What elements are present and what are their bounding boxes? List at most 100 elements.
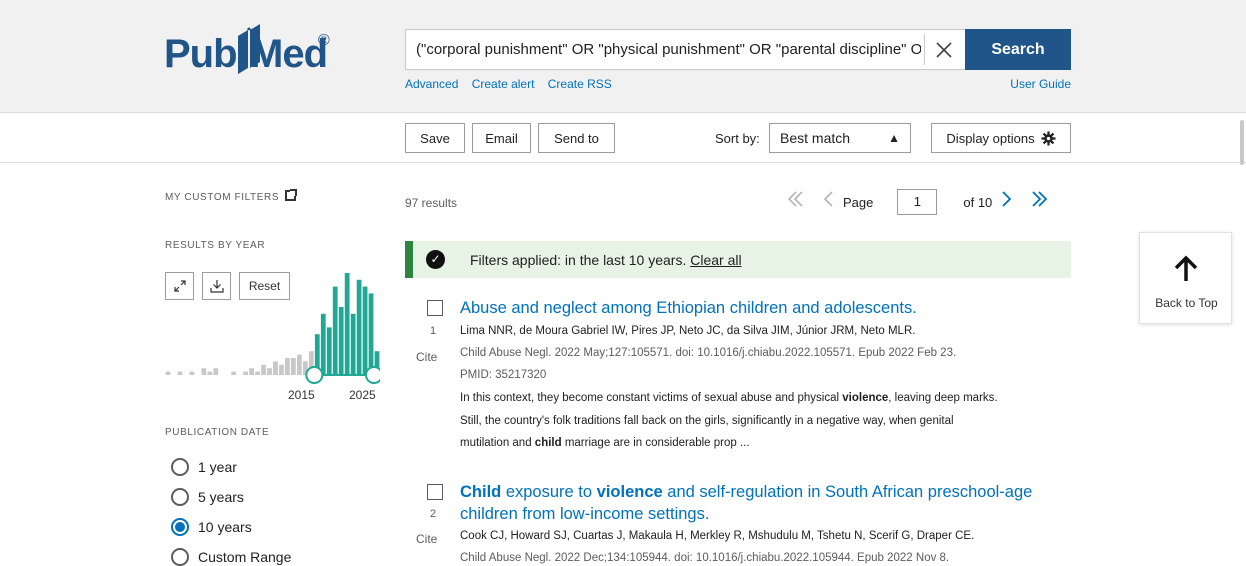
result-title[interactable]: Child exposure to violence and self-regu… xyxy=(460,481,1032,503)
clear-search-button[interactable] xyxy=(924,34,962,65)
range-end-handle[interactable] xyxy=(365,366,380,384)
filters-applied-banner: ✓ Filters applied: in the last 10 years.… xyxy=(405,241,1071,278)
results-toolbar: Save Email Send to Sort by: Best match ▲… xyxy=(0,113,1246,163)
my-custom-filters-heading[interactable]: MY CUSTOM FILTERS xyxy=(165,189,298,203)
gear-icon xyxy=(1041,130,1056,146)
year-start-label: 2015 xyxy=(288,388,315,402)
result-title-line2[interactable]: children from low-income settings. xyxy=(460,503,709,525)
radio-custom-range[interactable] xyxy=(171,548,189,566)
next-page-icon[interactable] xyxy=(1000,189,1014,215)
my-custom-filters-label: MY CUSTOM FILTERS xyxy=(165,192,280,203)
result-snippet-line: In this context, they become constant vi… xyxy=(460,392,998,404)
result-snippet-line: Still, the country's folk traditions fal… xyxy=(460,415,954,427)
year-bar[interactable] xyxy=(243,371,249,375)
back-to-top-label: Back to Top xyxy=(1155,296,1218,310)
year-bar[interactable] xyxy=(267,368,272,375)
year-bar[interactable] xyxy=(201,368,207,375)
snippet-highlight: child xyxy=(534,437,562,449)
year-end-label: 2025 xyxy=(349,388,376,402)
year-bar[interactable] xyxy=(332,286,338,375)
result-title[interactable]: Abuse and neglect among Ethiopian childr… xyxy=(460,297,917,319)
results-count: 97 results xyxy=(405,196,458,210)
result-citation: Child Abuse Negl. 2022 Dec;134:105944. d… xyxy=(460,552,950,564)
year-bar[interactable] xyxy=(249,368,254,375)
year-bar[interactable] xyxy=(362,286,368,375)
year-bar[interactable] xyxy=(207,371,213,375)
external-link-icon xyxy=(285,189,298,201)
year-bar[interactable] xyxy=(344,273,350,375)
last-page-icon[interactable] xyxy=(1030,189,1050,215)
year-bar[interactable] xyxy=(285,358,290,375)
radio-10-years[interactable] xyxy=(171,518,189,536)
date-filter-10-years[interactable]: 10 years xyxy=(171,518,252,536)
date-filter-label: Custom Range xyxy=(198,549,292,565)
year-bar[interactable] xyxy=(356,279,362,375)
user-guide-link[interactable]: User Guide xyxy=(1010,77,1071,91)
search-box: ("corporal punishment" OR "physical puni… xyxy=(405,29,965,70)
cite-button[interactable]: Cite xyxy=(416,350,437,364)
range-start-handle[interactable] xyxy=(305,366,324,384)
sort-arrows-icon: ▲ xyxy=(888,131,900,145)
publication-date-heading: PUBLICATION DATE xyxy=(165,427,270,438)
search-button[interactable]: Search xyxy=(965,29,1071,70)
results-by-year-heading: RESULTS BY YEAR xyxy=(165,240,266,251)
close-icon xyxy=(935,41,952,58)
result-number: 1 xyxy=(430,325,437,337)
year-bar[interactable] xyxy=(231,371,237,375)
save-button[interactable]: Save xyxy=(405,123,465,153)
results-by-year-chart[interactable] xyxy=(165,270,380,388)
check-circle-icon: ✓ xyxy=(426,250,445,269)
date-filter-custom-range[interactable]: Custom Range xyxy=(171,548,291,566)
year-bar[interactable] xyxy=(261,364,266,375)
year-bar[interactable] xyxy=(177,371,183,375)
title-highlight: violence xyxy=(596,483,663,501)
title-text: and self-regulation in South African pre… xyxy=(662,483,1033,501)
pubmed-logo[interactable]: Pub Med ® xyxy=(164,22,344,82)
radio-5-years[interactable] xyxy=(171,488,189,506)
year-bar[interactable] xyxy=(255,371,260,375)
logo-text-med: Med xyxy=(250,32,328,76)
send-to-button[interactable]: Send to xyxy=(538,123,615,153)
year-bar[interactable] xyxy=(291,358,296,375)
page-label: Page xyxy=(843,194,874,210)
registered-mark: ® xyxy=(318,32,330,49)
year-bar[interactable] xyxy=(338,307,344,375)
search-input[interactable]: ("corporal punishment" OR "physical puni… xyxy=(406,30,921,69)
snippet-text: In this context, they become constant vi… xyxy=(460,392,843,404)
cite-button[interactable]: Cite xyxy=(416,532,437,546)
filters-applied-label: Filters applied: in the last 10 years. xyxy=(470,252,687,268)
previous-page-icon[interactable] xyxy=(821,189,835,215)
result-checkbox[interactable] xyxy=(427,300,443,316)
sort-select[interactable]: Best match ▲ xyxy=(769,123,911,153)
clear-all-link[interactable]: Clear all xyxy=(690,252,741,268)
year-bar[interactable] xyxy=(165,371,171,375)
sort-by-label: Sort by: xyxy=(715,131,760,146)
page-number-input[interactable]: 1 xyxy=(897,189,938,215)
create-alert-link[interactable]: Create alert xyxy=(472,77,535,91)
snippet-highlight: violence xyxy=(842,392,889,404)
display-options-button[interactable]: Display options xyxy=(931,123,1071,153)
year-bar[interactable] xyxy=(296,354,302,375)
create-rss-link[interactable]: Create RSS xyxy=(548,77,612,91)
year-bar[interactable] xyxy=(350,313,356,375)
first-page-icon[interactable] xyxy=(785,189,805,215)
advanced-link[interactable]: Advanced xyxy=(405,77,458,91)
year-bar[interactable] xyxy=(273,361,278,375)
date-filter-label: 5 years xyxy=(198,489,244,505)
year-bar[interactable] xyxy=(320,313,326,375)
date-filter-5-years[interactable]: 5 years xyxy=(171,488,244,506)
date-filter-label: 1 year xyxy=(198,459,237,475)
back-to-top-button[interactable]: Back to Top xyxy=(1139,232,1232,324)
year-bar[interactable] xyxy=(326,327,332,375)
email-button[interactable]: Email xyxy=(472,123,531,153)
year-bar[interactable] xyxy=(213,368,219,375)
year-bar[interactable] xyxy=(368,293,374,375)
date-filter-1-year[interactable]: 1 year xyxy=(171,458,237,476)
year-bar[interactable] xyxy=(189,371,195,375)
result-checkbox[interactable] xyxy=(427,484,443,500)
radio-1-year[interactable] xyxy=(171,458,189,476)
page-scrollbar[interactable] xyxy=(1240,120,1244,165)
result-pmid: PMID: 35217320 xyxy=(460,369,547,381)
snippet-text: marriage are in considerable prop ... xyxy=(561,437,750,449)
year-bar[interactable] xyxy=(279,364,284,375)
